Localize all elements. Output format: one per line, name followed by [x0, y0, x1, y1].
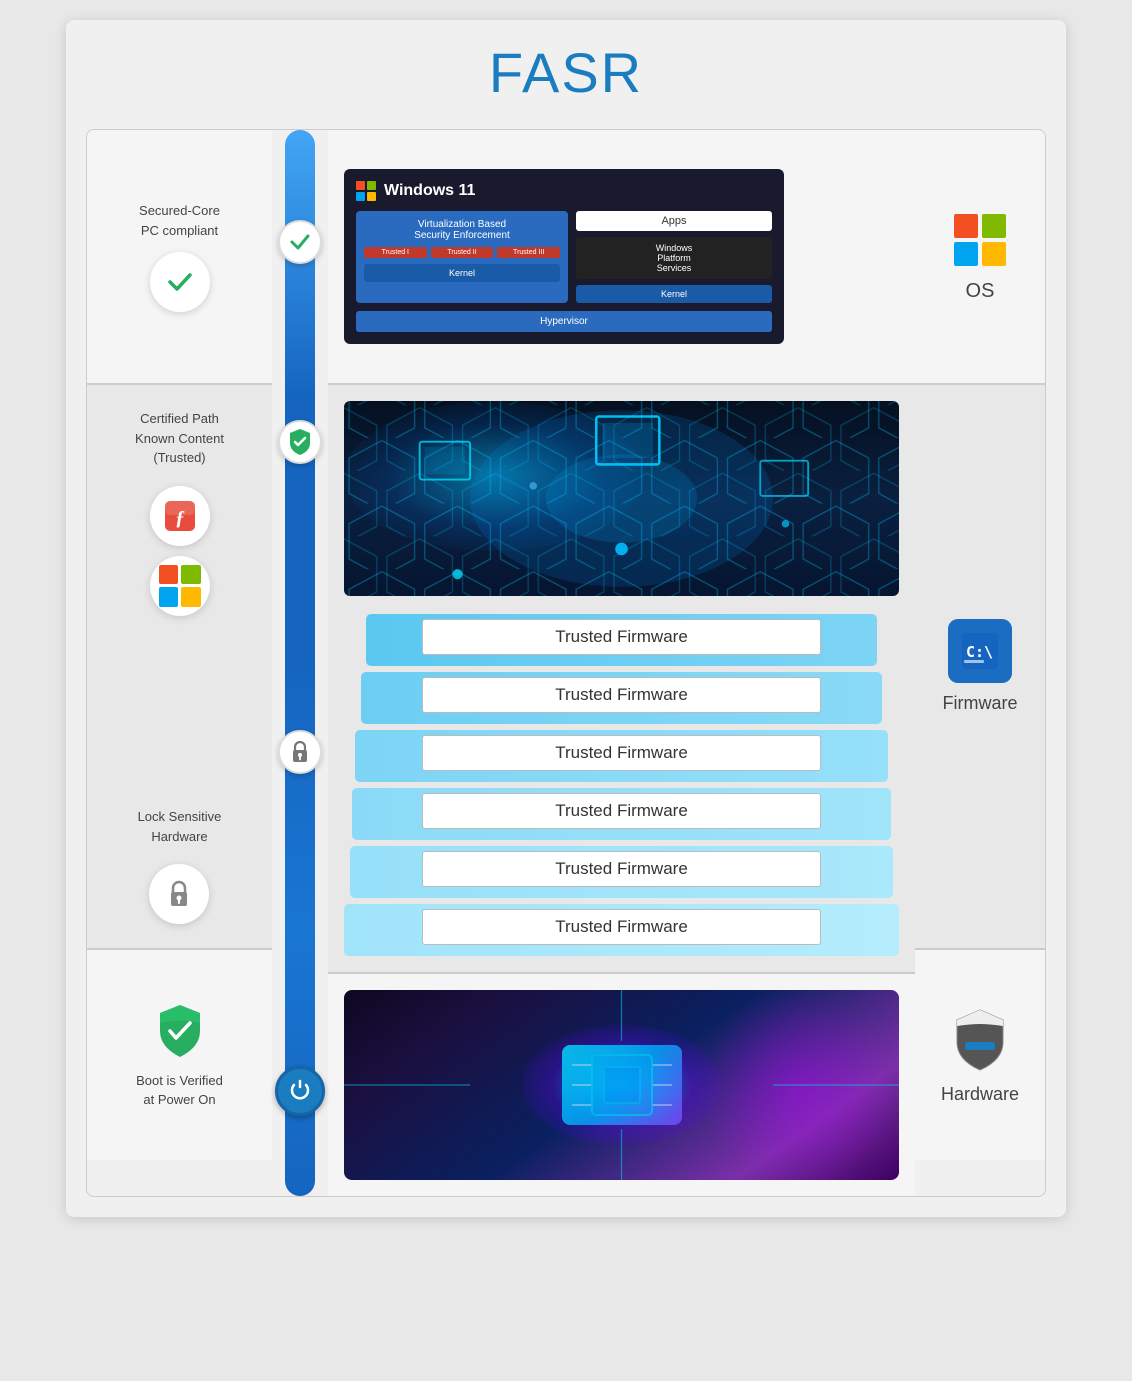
- windows-title-text: Windows 11: [384, 182, 475, 200]
- bar-lock-icon: [278, 730, 322, 774]
- cmd-icon: C:\: [948, 619, 1012, 683]
- win-trusted-1: Trusted I: [364, 247, 427, 258]
- windows-title-bar: Windows 11: [356, 181, 772, 201]
- bar-check-icon: [278, 220, 322, 264]
- ms-logo-icon: [150, 556, 210, 616]
- red-cube-icon: ƒ: [150, 486, 210, 546]
- checkmark-icon: [150, 252, 210, 312]
- hardware-right: Hardware: [915, 950, 1045, 1160]
- fw-label-1: Trusted Firmware: [422, 619, 822, 655]
- win-trusted-row: Trusted I Trusted II Trusted III: [364, 247, 560, 258]
- green-shield-icon: [154, 1001, 206, 1061]
- os-right: OS: [915, 130, 1045, 385]
- firmware-right-label: Firmware: [943, 693, 1018, 714]
- win-right-panel: Apps WindowsPlatformServices Kernel: [576, 211, 772, 303]
- lock-group: Lock SensitiveHardware: [138, 807, 222, 924]
- chip-visual: [344, 990, 899, 1180]
- bar-power-icon: [275, 1066, 325, 1116]
- win-vbs-label: Virtualization BasedSecurity Enforcement: [364, 219, 560, 241]
- win-platform-services: WindowsPlatformServices: [576, 237, 772, 279]
- fw-label-4: Trusted Firmware: [422, 793, 822, 829]
- firmware-layer-5: Trusted Firmware: [344, 840, 899, 898]
- svg-text:C:\: C:\: [966, 643, 993, 661]
- firmware-layer-3: Trusted Firmware: [344, 724, 899, 782]
- page-title: FASR: [86, 40, 1046, 105]
- fw-label-6: Trusted Firmware: [422, 909, 822, 945]
- fw-label-2: Trusted Firmware: [422, 677, 822, 713]
- lock-icon: [149, 864, 209, 924]
- win-inner: Virtualization BasedSecurity Enforcement…: [356, 211, 772, 303]
- certified-label: Certified PathKnown Content(Trusted): [135, 409, 224, 468]
- os-right-label: OS: [966, 280, 995, 303]
- win-trusted-3: Trusted III: [497, 247, 560, 258]
- firmware-left: Certified PathKnown Content(Trusted) ƒ: [87, 385, 272, 950]
- hardware-right-label: Hardware: [941, 1084, 1019, 1105]
- windows-visual: Windows 11 Virtualization BasedSecurity …: [344, 169, 784, 344]
- firmware-layer-2: Trusted Firmware: [344, 666, 899, 724]
- windows-logo-right: [950, 210, 1010, 270]
- firmware-layer-1: Trusted Firmware: [344, 608, 899, 666]
- win-kernel-2: Kernel: [576, 285, 772, 303]
- win-hypervisor: Hypervisor: [356, 311, 772, 332]
- network-visual: [344, 401, 899, 596]
- lock-label: Lock SensitiveHardware: [138, 807, 222, 846]
- win-apps-label: Apps: [576, 211, 772, 231]
- right-icons-column: OS C:\ Firmware: [915, 130, 1045, 1196]
- hardware-left: Boot is Verifiedat Power On: [87, 950, 272, 1160]
- firmware-section: Trusted Firmware Trusted Firmware Truste…: [328, 385, 915, 974]
- win-kernel-1: Kernel: [364, 264, 560, 282]
- fw-label-3: Trusted Firmware: [422, 735, 822, 771]
- firmware-layers-stack: Trusted Firmware Trusted Firmware Truste…: [344, 608, 899, 956]
- blue-bar-column: [272, 130, 328, 1196]
- os-section: Windows 11 Virtualization BasedSecurity …: [328, 130, 915, 385]
- left-labels-column: Secured-CorePC compliant Certified PathK…: [87, 130, 272, 1196]
- center-content: Windows 11 Virtualization BasedSecurity …: [328, 130, 915, 1196]
- certified-path-group: Certified PathKnown Content(Trusted) ƒ: [135, 409, 224, 616]
- hardware-section: [328, 974, 915, 1196]
- firmware-layer-6: Trusted Firmware: [344, 898, 899, 956]
- firmware-layer-4: Trusted Firmware: [344, 782, 899, 840]
- win-trusted-2: Trusted II: [431, 247, 494, 258]
- hardware-left-label: Boot is Verifiedat Power On: [136, 1071, 223, 1110]
- os-left-label: Secured-CorePC compliant: [139, 201, 220, 240]
- windows-logo-mini: [356, 181, 376, 201]
- firmware-right: C:\ Firmware: [915, 385, 1045, 950]
- win-left-panel: Virtualization BasedSecurity Enforcement…: [356, 211, 568, 303]
- fw-label-5: Trusted Firmware: [422, 851, 822, 887]
- page-wrapper: FASR Secured-CorePC compliant Certified …: [66, 20, 1066, 1217]
- bar-shield-icon: [278, 420, 322, 464]
- hardware-shield-icon: [949, 1006, 1011, 1074]
- os-left: Secured-CorePC compliant: [87, 130, 272, 385]
